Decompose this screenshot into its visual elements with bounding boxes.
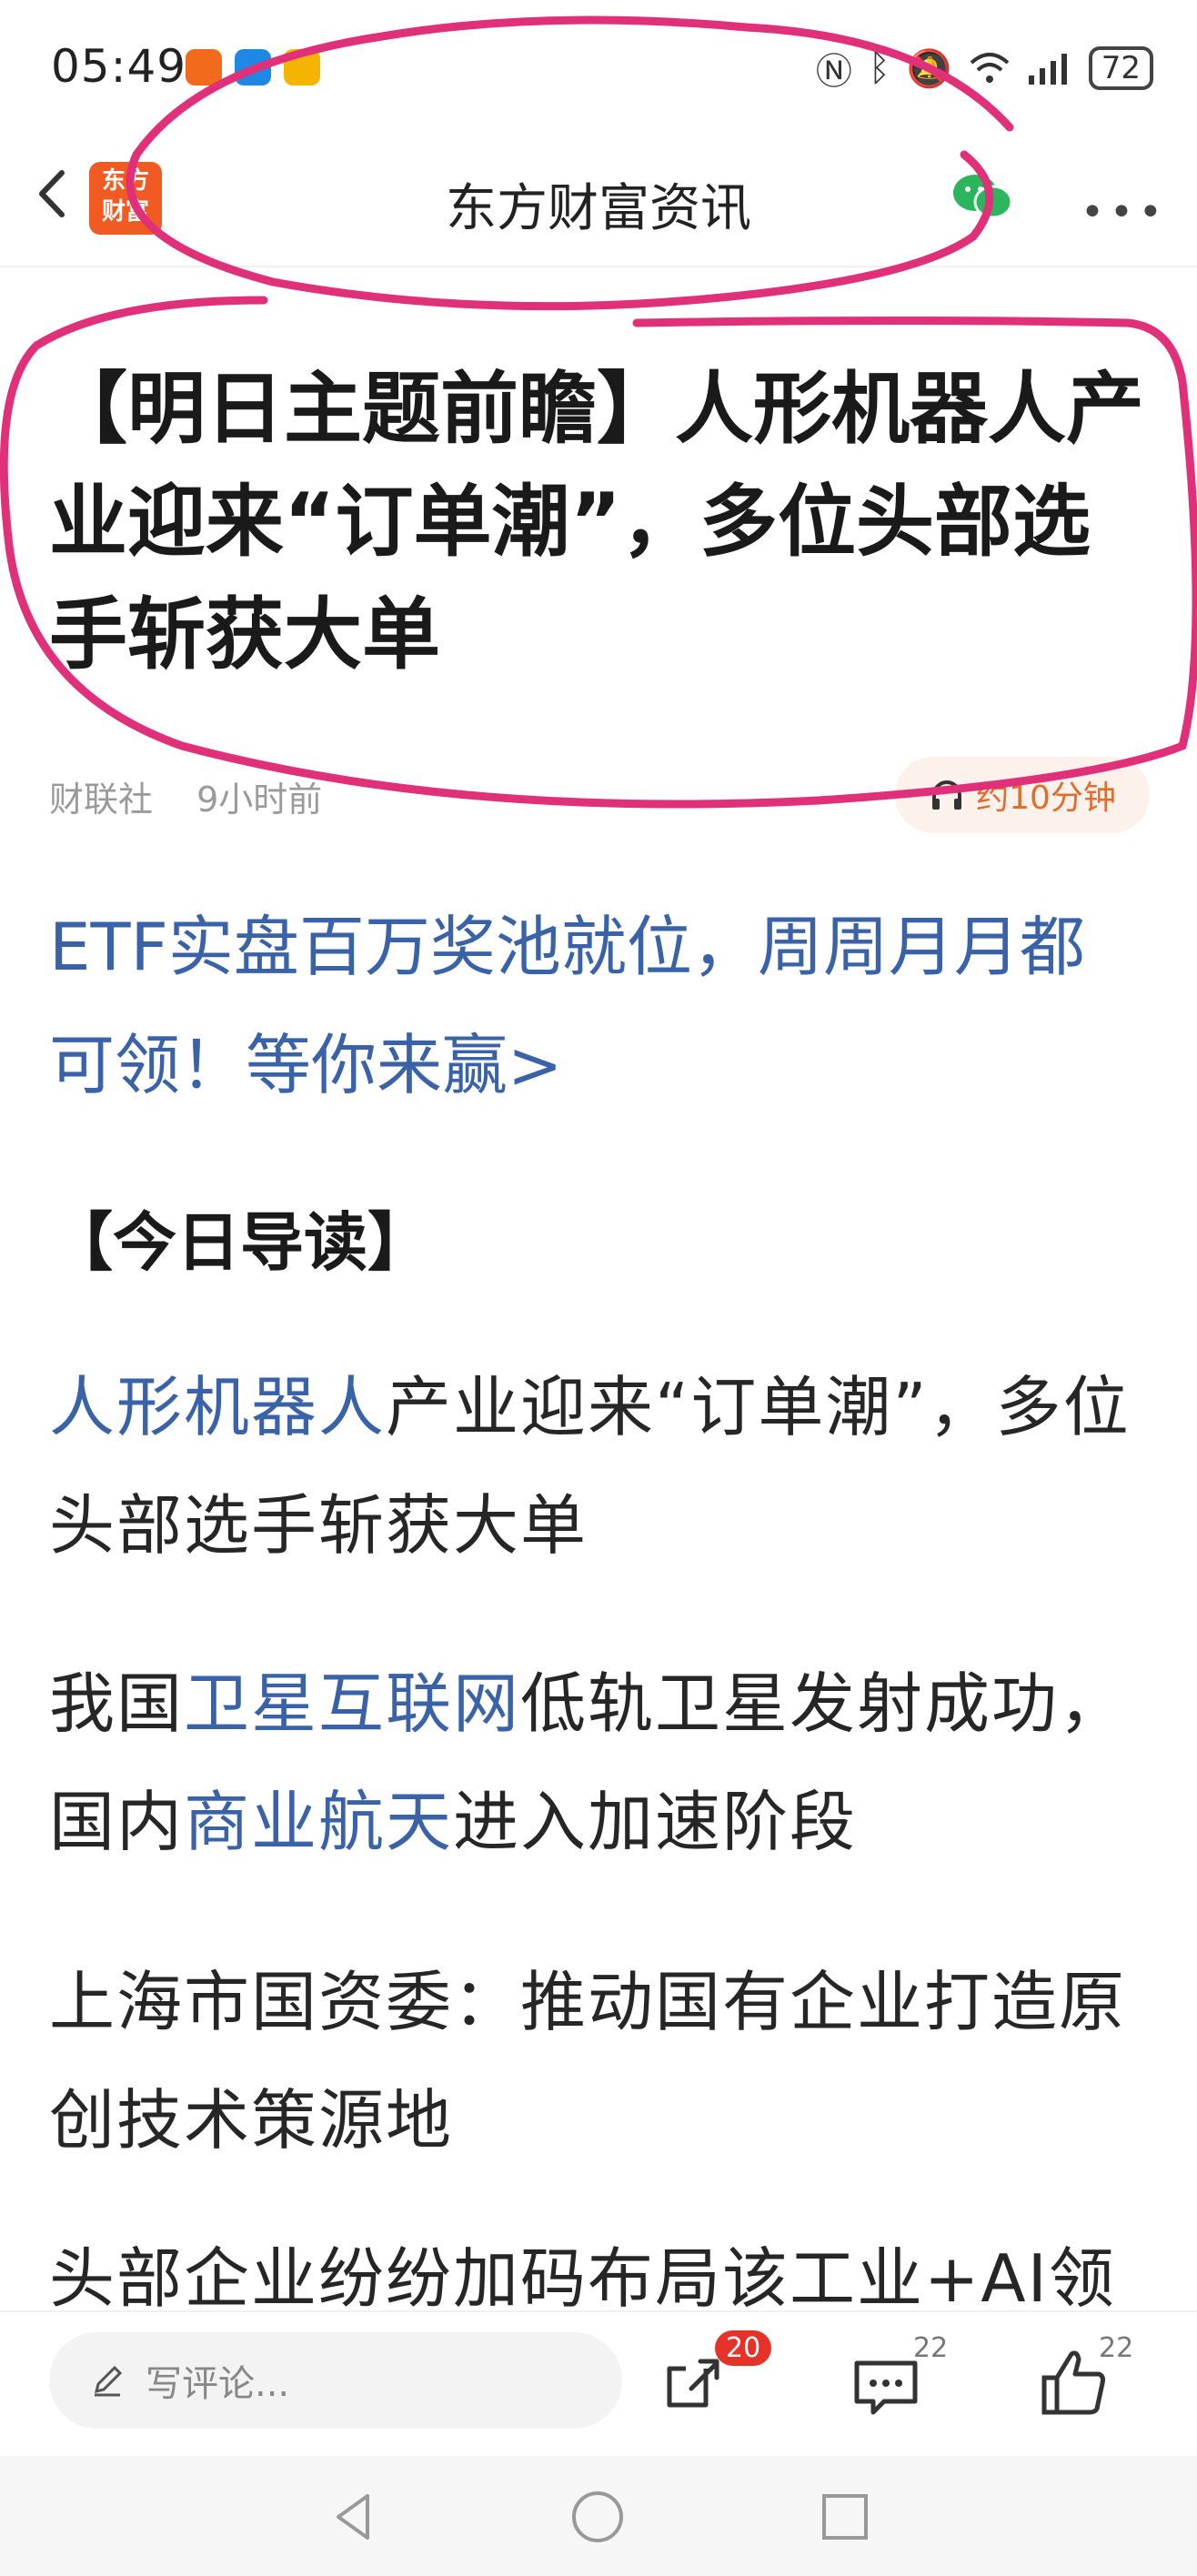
share-count-badge: 20 xyxy=(715,2330,772,2366)
nav-home-icon[interactable] xyxy=(566,2485,629,2549)
paragraph: 人形机器人产业迎来“订单潮”，多位头部选手斩获大单 xyxy=(49,1369,1131,1564)
paragraph: 我国卫星互联网低轨卫星发射成功，国内商业航天进入加速阶段 xyxy=(49,1665,1127,1860)
topic-link[interactable]: 卫星互联网 xyxy=(184,1665,520,1742)
article-title: 【明日主题前瞻】人形机器人产业迎来“订单潮”，多位头部选手斩获大单 xyxy=(49,364,1144,680)
nav-recents-icon[interactable] xyxy=(813,2485,877,2549)
signal-icon xyxy=(1028,54,1067,85)
status-icons: Ⓝ ᛒ 🔕 72 xyxy=(816,42,1153,95)
article-time: 9小时前 xyxy=(196,780,323,820)
listen-button[interactable]: 约10分钟 xyxy=(895,757,1150,833)
battery-icon: 72 xyxy=(1088,46,1153,90)
comment-input[interactable]: 写评论... xyxy=(49,2332,622,2429)
app-notification-icon xyxy=(186,49,222,86)
wifi-icon xyxy=(970,53,1010,83)
promo-link[interactable]: ETF实盘百万奖池就位，周周月月都可领！等你来赢> xyxy=(49,888,1150,1124)
nfc-icon: Ⓝ xyxy=(815,51,852,93)
mute-icon: 🔕 xyxy=(906,47,952,90)
page-title: 东方财富资讯 xyxy=(446,179,751,238)
notification-icons xyxy=(186,49,320,86)
app-notification-icon xyxy=(284,49,320,86)
wechat-share-icon[interactable] xyxy=(950,169,1015,224)
headphones-icon xyxy=(932,780,962,810)
topic-link[interactable]: 人形机器人 xyxy=(49,1369,386,1445)
article-source: 财联社 xyxy=(49,780,154,820)
more-options-icon[interactable]: ••• xyxy=(1081,189,1168,236)
nav-divider xyxy=(0,266,1197,267)
status-time: 05:49 xyxy=(51,40,187,93)
comment-count: 22 xyxy=(913,2332,949,2364)
nav-back-icon[interactable] xyxy=(322,2485,386,2549)
section-heading: 【今日导读】 xyxy=(49,1205,431,1280)
paragraph: 上海市国资委：推动国有企业打造原创技术策源地 xyxy=(49,1964,1127,2158)
topic-link[interactable]: 商业航天 xyxy=(184,1784,453,1860)
article-meta: 财联社 9小时前 xyxy=(49,771,355,821)
comment-placeholder: 写评论... xyxy=(146,2363,290,2405)
app-notification-icon xyxy=(235,49,271,86)
like-count: 22 xyxy=(1099,2332,1134,2364)
pencil-icon xyxy=(94,2365,123,2397)
bluetooth-icon: ᛒ xyxy=(868,47,890,89)
listen-label: 约10分钟 xyxy=(976,780,1116,817)
